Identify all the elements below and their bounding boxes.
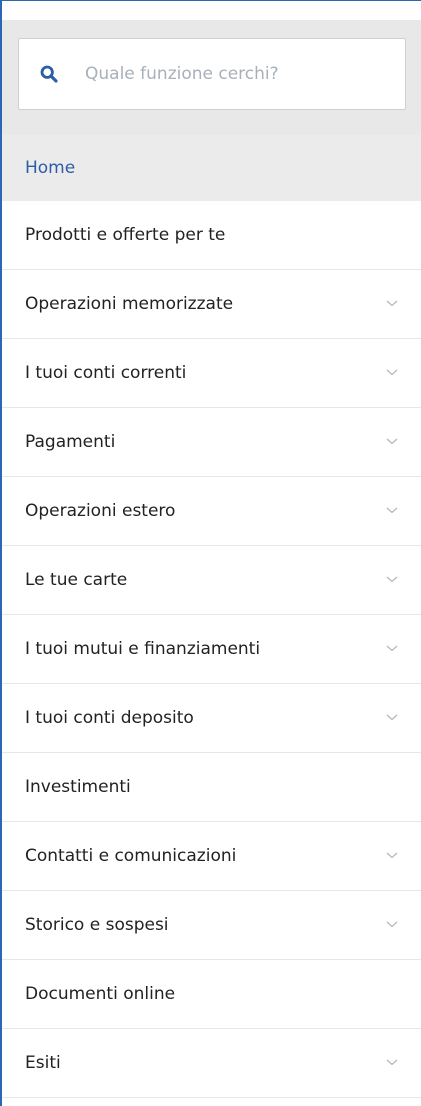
menu-item-home[interactable]: Home <box>2 135 421 201</box>
chevron-down-icon <box>386 1059 398 1066</box>
menu-item-label: Esiti <box>25 1053 61 1073</box>
menu-item-operazioni-memorizzate[interactable]: Operazioni memorizzate <box>2 270 421 339</box>
menu-item-label: Home <box>25 158 76 178</box>
chevron-down-icon <box>386 369 398 376</box>
menu-item-conti-deposito[interactable]: I tuoi conti deposito <box>2 684 421 753</box>
menu-item-label: I tuoi conti deposito <box>25 708 194 728</box>
menu-item-investimenti[interactable]: Investimenti <box>2 753 421 822</box>
chevron-down-icon <box>386 507 398 514</box>
menu-item-operazioni-estero[interactable]: Operazioni estero <box>2 477 421 546</box>
menu-item-label: I tuoi conti correnti <box>25 363 187 383</box>
chevron-down-icon <box>386 714 398 721</box>
menu-item-prodotti-offerte[interactable]: Prodotti e offerte per te <box>2 201 421 270</box>
menu-item-label: Storico e sospesi <box>25 915 169 935</box>
menu-item-documenti-online[interactable]: Documenti online <box>2 960 421 1029</box>
navigation-panel: Home Prodotti e offerte per te Operazion… <box>0 0 421 1106</box>
menu-item-pagamenti[interactable]: Pagamenti <box>2 408 421 477</box>
chevron-down-icon <box>386 300 398 307</box>
search-area <box>2 20 421 135</box>
menu-item-mutui-finanziamenti[interactable]: I tuoi mutui e finanziamenti <box>2 615 421 684</box>
menu-item-label: Documenti online <box>25 984 176 1004</box>
menu-item-label: Prodotti e offerte per te <box>25 225 226 245</box>
chevron-down-icon <box>386 921 398 928</box>
menu-item-label: I tuoi mutui e finanziamenti <box>25 639 261 659</box>
chevron-down-icon <box>386 438 398 445</box>
search-icon[interactable] <box>39 64 59 84</box>
menu-item-label: Contatti e comunicazioni <box>25 846 237 866</box>
menu-item-conti-correnti[interactable]: I tuoi conti correnti <box>2 339 421 408</box>
chevron-down-icon <box>386 852 398 859</box>
menu-item-storico-sospesi[interactable]: Storico e sospesi <box>2 891 421 960</box>
menu-item-label: Pagamenti <box>25 432 116 452</box>
menu-item-label: Operazioni estero <box>25 501 176 521</box>
chevron-down-icon <box>386 645 398 652</box>
menu-item-contatti-comunicazioni[interactable]: Contatti e comunicazioni <box>2 822 421 891</box>
menu-item-label: Investimenti <box>25 777 131 797</box>
menu-item-carte[interactable]: Le tue carte <box>2 546 421 615</box>
search-input[interactable] <box>85 59 365 89</box>
chevron-down-icon <box>386 576 398 583</box>
side-menu: Home Prodotti e offerte per te Operazion… <box>2 135 421 1098</box>
search-box[interactable] <box>18 38 406 110</box>
menu-item-label: Le tue carte <box>25 570 128 590</box>
menu-item-label: Operazioni memorizzate <box>25 294 234 314</box>
menu-item-esiti[interactable]: Esiti <box>2 1029 421 1098</box>
